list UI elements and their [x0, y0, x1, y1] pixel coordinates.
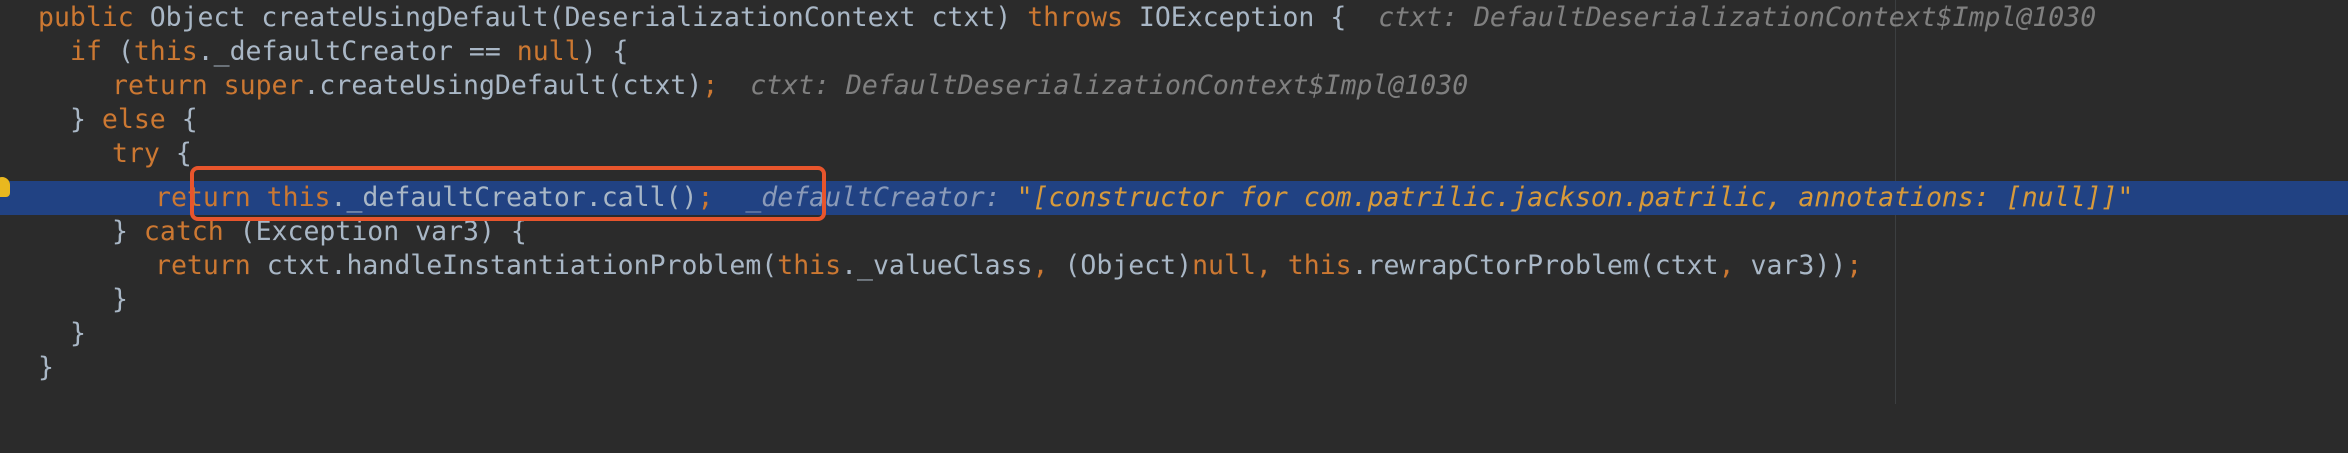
field: ._valueClass — [841, 250, 1033, 281]
code-line-4-text: } else { — [70, 103, 198, 137]
keyword-null-this: null, this — [1192, 250, 1352, 281]
closing-brace: } — [38, 352, 54, 383]
inline-debug-hint: ctxt: DefaultDeserializationContext$Impl… — [750, 70, 1469, 101]
keyword-try: try — [112, 138, 176, 169]
code-line-8-text: return ctxt.handleInstantiationProblem(t… — [155, 249, 1862, 283]
keyword-public: public — [38, 2, 150, 33]
method-call: .createUsingDefault(ctxt) — [303, 70, 703, 101]
keyword-throws: throws — [1027, 2, 1139, 33]
brace: } — [112, 216, 144, 247]
code-line-1[interactable]: public Object createUsingDefault(Deseria… — [0, 1, 2348, 35]
exception-type: IOException { — [1138, 2, 1347, 33]
code-line-2[interactable]: if (this._defaultCreator == null) { — [0, 35, 2348, 69]
brace: ) { — [580, 36, 629, 67]
field-compare: ._defaultCreator == — [197, 36, 517, 67]
code-line-2-text: if (this._defaultCreator == null) { — [70, 35, 628, 69]
cast: (Object) — [1064, 250, 1193, 281]
code-line-1-text: public Object createUsingDefault(Deseria… — [38, 1, 2096, 35]
lightbulb-icon[interactable] — [0, 177, 10, 197]
inline-debug-hint-value: "[constructor for com.patrilic.jackson.p… — [1016, 182, 2134, 213]
keyword-this: this — [133, 36, 198, 67]
code-line-11[interactable]: } — [0, 351, 2348, 385]
keyword-return-super: return super — [112, 70, 304, 101]
closing-brace: } — [112, 284, 128, 315]
method-signature: Object createUsingDefault(Deserializatio… — [149, 2, 1028, 33]
comma: , — [1032, 250, 1065, 281]
keyword-null: null — [516, 36, 581, 67]
method-call: ctxt.handleInstantiationProblem( — [266, 250, 778, 281]
comma: , — [1718, 250, 1751, 281]
method-call: .rewrapCtorProblem(ctxt — [1351, 250, 1719, 281]
code-line-9[interactable]: } — [0, 283, 2348, 317]
paren: ( — [117, 36, 134, 67]
code-line-10[interactable]: } — [0, 317, 2348, 351]
brace: { — [181, 104, 198, 135]
code-line-4[interactable]: } else { — [0, 103, 2348, 137]
brace: } — [70, 104, 102, 135]
code-line-8[interactable]: return ctxt.handleInstantiationProblem(t… — [0, 249, 2348, 283]
annotation-highlight-box — [190, 166, 826, 221]
keyword-else: else — [101, 104, 182, 135]
keyword-if: if — [70, 36, 118, 67]
inline-debug-hint: ctxt: DefaultDeserializationContext$Impl… — [1378, 2, 2097, 33]
code-line-5-text: try { — [112, 137, 192, 171]
semicolon: ; — [1846, 250, 1863, 281]
semicolon: ; — [702, 70, 719, 101]
keyword-return: return — [155, 250, 267, 281]
argument: var3)) — [1750, 250, 1847, 281]
code-line-3-text: return super.createUsingDefault(ctxt); c… — [112, 69, 1468, 103]
closing-brace: } — [70, 318, 86, 349]
brace: { — [175, 138, 192, 169]
code-line-3[interactable]: return super.createUsingDefault(ctxt); c… — [0, 69, 2348, 103]
code-editor[interactable]: public Object createUsingDefault(Deseria… — [0, 0, 2348, 404]
keyword-this: this — [777, 250, 842, 281]
